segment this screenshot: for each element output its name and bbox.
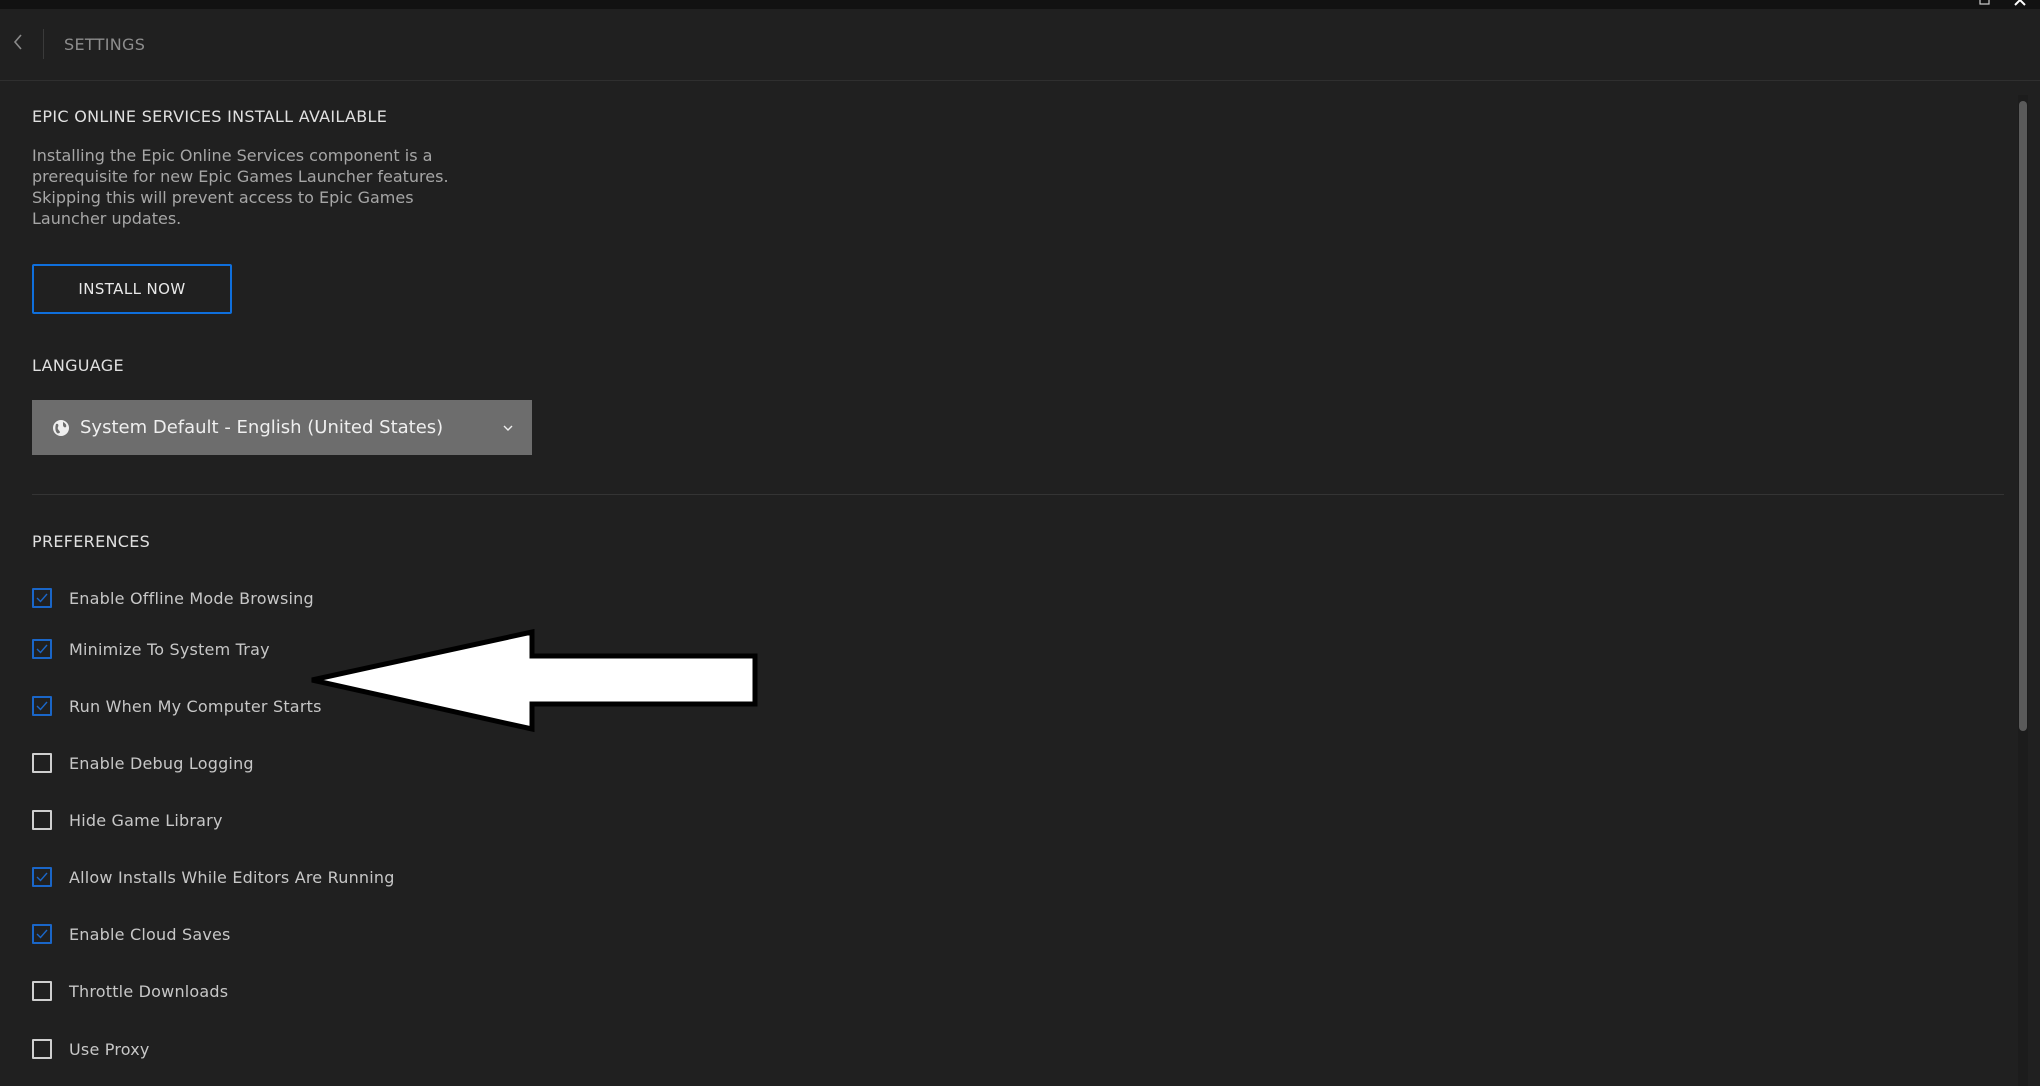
pref-cloud-saves[interactable]: Enable Cloud Saves <box>32 922 231 946</box>
pref-label: Hide Game Library <box>69 810 223 830</box>
preferences-section-title: PREFERENCES <box>32 532 151 551</box>
pref-use-proxy[interactable]: Use Proxy <box>32 1037 150 1061</box>
checkbox[interactable] <box>32 588 52 608</box>
eos-section-title: EPIC ONLINE SERVICES INSTALL AVAILABLE <box>32 107 388 126</box>
checkbox[interactable] <box>32 924 52 944</box>
language-select[interactable]: System Default - English (United States) <box>32 400 532 455</box>
pref-label: Allow Installs While Editors Are Running <box>69 867 395 887</box>
page-title: SETTINGS <box>64 35 146 54</box>
pref-hide-game-library[interactable]: Hide Game Library <box>32 808 223 832</box>
pref-label: Use Proxy <box>69 1039 150 1059</box>
settings-header: SETTINGS <box>0 9 2040 81</box>
pref-minimize-to-tray[interactable]: Minimize To System Tray <box>32 637 270 661</box>
pref-label: Minimize To System Tray <box>69 639 270 659</box>
pref-run-on-startup[interactable]: Run When My Computer Starts <box>32 694 322 718</box>
pref-label: Enable Offline Mode Browsing <box>69 588 314 608</box>
pref-label: Enable Debug Logging <box>69 753 254 773</box>
checkbox[interactable] <box>32 810 52 830</box>
checkbox[interactable] <box>32 753 52 773</box>
scrollbar[interactable] <box>2018 95 2028 1086</box>
back-button[interactable] <box>8 33 28 55</box>
pref-label: Enable Cloud Saves <box>69 924 231 944</box>
header-divider <box>43 29 44 59</box>
pref-offline-mode-browsing[interactable]: Enable Offline Mode Browsing <box>32 586 314 610</box>
language-section-title: LANGUAGE <box>32 356 124 375</box>
globe-icon <box>52 419 70 437</box>
window-controls <box>1978 0 2026 6</box>
checkbox[interactable] <box>32 639 52 659</box>
checkbox[interactable] <box>32 696 52 716</box>
pref-allow-installs-editors-running[interactable]: Allow Installs While Editors Are Running <box>32 865 395 889</box>
settings-content: EPIC ONLINE SERVICES INSTALL AVAILABLE I… <box>0 81 2020 1086</box>
maximize-icon[interactable] <box>1978 0 1990 6</box>
pref-label: Run When My Computer Starts <box>69 696 322 716</box>
install-now-button[interactable]: INSTALL NOW <box>32 264 232 314</box>
close-icon[interactable] <box>2014 0 2026 6</box>
language-selected-value: System Default - English (United States) <box>80 417 444 438</box>
pref-throttle-downloads[interactable]: Throttle Downloads <box>32 979 228 1003</box>
window-titlebar <box>0 0 2040 9</box>
scrollbar-thumb[interactable] <box>2019 101 2027 731</box>
checkbox[interactable] <box>32 981 52 1001</box>
pref-debug-logging[interactable]: Enable Debug Logging <box>32 751 254 775</box>
annotation-arrow <box>311 629 758 733</box>
chevron-left-icon <box>13 34 22 50</box>
chevron-down-icon <box>500 420 516 436</box>
checkbox[interactable] <box>32 867 52 887</box>
checkbox[interactable] <box>32 1039 52 1059</box>
section-divider <box>32 494 2004 495</box>
eos-description: Installing the Epic Online Services comp… <box>32 146 449 228</box>
pref-label: Throttle Downloads <box>69 981 229 1001</box>
